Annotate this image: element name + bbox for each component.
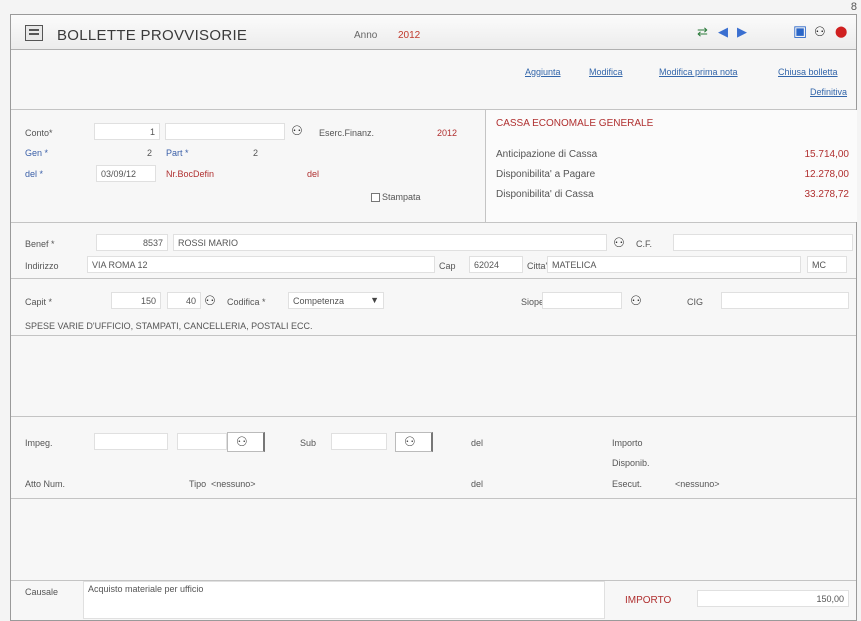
cap-input[interactable]: 62024	[469, 256, 523, 273]
cassa-row-label: Disponibilita' di Cassa	[496, 189, 594, 200]
binoculars-icon: ⚇	[404, 434, 416, 449]
benef-name-input[interactable]: ROSSI MARIO	[173, 234, 607, 251]
binoculars-icon[interactable]: ⚇	[814, 25, 826, 39]
importo-total-input[interactable]: 150,00	[697, 590, 849, 607]
close-icon[interactable]: ⬤	[835, 25, 847, 39]
sub-search-button[interactable]: ⚇	[395, 432, 433, 452]
capit-label: Capit *	[25, 297, 53, 307]
gen-label: Gen *	[25, 148, 49, 158]
app-icon	[25, 25, 43, 41]
aggiunta-link[interactable]: Aggiunta	[525, 67, 561, 77]
cap-label: Cap	[439, 261, 456, 271]
disponib-label: Disponib.	[612, 458, 650, 468]
cassa-row-value: 12.278,00	[804, 169, 850, 180]
sub-label: Sub	[300, 438, 317, 448]
causale-label: Causale	[25, 587, 59, 597]
conto-label: Conto*	[25, 128, 53, 138]
citta-label: Citta'	[527, 261, 548, 271]
title-bar: BOLLETTE PROVVISORIE Anno 2012 ⇄ ◀ ▶ ▣ ⚇…	[11, 15, 856, 50]
anno-value: 2012	[398, 30, 421, 41]
codifica-value: Competenza	[293, 296, 345, 306]
del-label: del *	[25, 169, 44, 179]
cf-label: C.F.	[636, 239, 653, 249]
binoculars-icon: ⚇	[236, 434, 248, 449]
cassa-row-value: 33.278,72	[804, 189, 850, 200]
page-number: 8	[850, 1, 857, 13]
arrow-left-icon[interactable]: ◀	[718, 25, 728, 39]
stampata-checkbox[interactable]	[371, 193, 380, 202]
siope-search-icon[interactable]: ⚇	[625, 292, 647, 310]
conto-search-icon[interactable]: ⚇	[286, 122, 308, 140]
cassa-row-label: Disponibilita' a Pagare	[496, 169, 596, 180]
sub-input[interactable]	[331, 433, 387, 450]
anno-label: Anno	[354, 30, 378, 41]
art-input[interactable]: 40	[167, 292, 201, 309]
siope-input[interactable]	[542, 292, 622, 309]
divider	[11, 335, 856, 336]
capit-search-icon[interactable]: ⚇	[199, 292, 221, 310]
del-input[interactable]: 03/09/12	[96, 165, 156, 182]
print-icon[interactable]: ⇄	[697, 25, 708, 39]
benef-label: Benef *	[25, 239, 55, 249]
del2-label: del	[307, 169, 320, 179]
cassa-row-label: Anticipazione di Cassa	[496, 149, 598, 160]
impegno-search-button[interactable]: ⚇	[227, 432, 265, 452]
esecut-label: Esecut.	[612, 479, 643, 489]
stampata-label: Stampata	[382, 192, 421, 202]
eserc-label: Eserc.Finanz.	[319, 128, 375, 138]
importo-label: Importo	[612, 438, 643, 448]
prov-input[interactable]: MC	[807, 256, 847, 273]
benef-code-input[interactable]: 8537	[96, 234, 168, 251]
conto-input[interactable]: 1	[94, 123, 160, 140]
impegno-label: Impeg.	[25, 438, 53, 448]
impegno-input[interactable]	[94, 433, 168, 450]
modifica-link[interactable]: Modifica	[589, 67, 623, 77]
cassa-row-value: 15.714,00	[804, 149, 850, 160]
impegno-del-label: del	[471, 438, 484, 448]
chevron-down-icon: ▼	[370, 295, 379, 305]
divider	[11, 498, 856, 499]
eserc-value: 2012	[437, 128, 458, 138]
indirizzo-input[interactable]: VIA ROMA 12	[87, 256, 435, 273]
benef-search-icon[interactable]: ⚇	[608, 234, 630, 252]
divider	[11, 222, 856, 223]
modifica-prima-nota-link[interactable]: Modifica prima nota	[659, 67, 738, 77]
capitolo-description: SPESE VARIE D'UFFICIO, STAMPATI, CANCELL…	[25, 321, 313, 331]
atto-del-label: del	[471, 479, 484, 489]
impegno-num-input[interactable]	[177, 433, 227, 450]
conto-desc-input[interactable]	[165, 123, 285, 140]
part-label: Part *	[166, 148, 189, 158]
chiusa-bolletta-link[interactable]: Chiusa bolletta	[778, 67, 838, 77]
esecut-value[interactable]: <nessuno>	[675, 479, 720, 489]
main-window: BOLLETTE PROVVISORIE Anno 2012 ⇄ ◀ ▶ ▣ ⚇…	[10, 14, 857, 621]
tipo-label: Tipo	[189, 479, 207, 489]
page-title: BOLLETTE PROVVISORIE	[57, 27, 248, 44]
gen-value: 2	[147, 148, 153, 158]
divider	[11, 416, 856, 417]
codifica-label: Codifica *	[227, 297, 266, 307]
nr-boc-defin-label: Nr.BocDefin	[166, 169, 215, 179]
definitiva-link[interactable]: Definitiva	[810, 87, 847, 97]
divider	[11, 278, 856, 279]
citta-input[interactable]: MATELICA	[547, 256, 801, 273]
cig-input[interactable]	[721, 292, 849, 309]
cassa-title: CASSA ECONOMALE GENERALE	[496, 118, 654, 129]
cig-label: CIG	[687, 297, 704, 307]
causale-textarea[interactable]: Acquisto materiale per ufficio	[83, 581, 605, 619]
tipo-value[interactable]: <nessuno>	[211, 479, 256, 489]
importo-total-label: IMPORTO	[625, 595, 672, 606]
capit-input[interactable]: 150	[111, 292, 161, 309]
cassa-panel: CASSA ECONOMALE GENERALE Anticipazione d…	[485, 110, 857, 222]
part-value: 2	[253, 148, 259, 158]
atto-label: Atto Num.	[25, 479, 66, 489]
codifica-select[interactable]: Competenza ▼	[288, 292, 384, 309]
indirizzo-label: Indirizzo	[25, 261, 59, 271]
siope-label: Siope	[521, 297, 545, 307]
arrow-right-icon[interactable]: ▶	[737, 25, 747, 39]
cf-input[interactable]	[673, 234, 853, 251]
save-icon[interactable]: ▣	[793, 24, 807, 39]
